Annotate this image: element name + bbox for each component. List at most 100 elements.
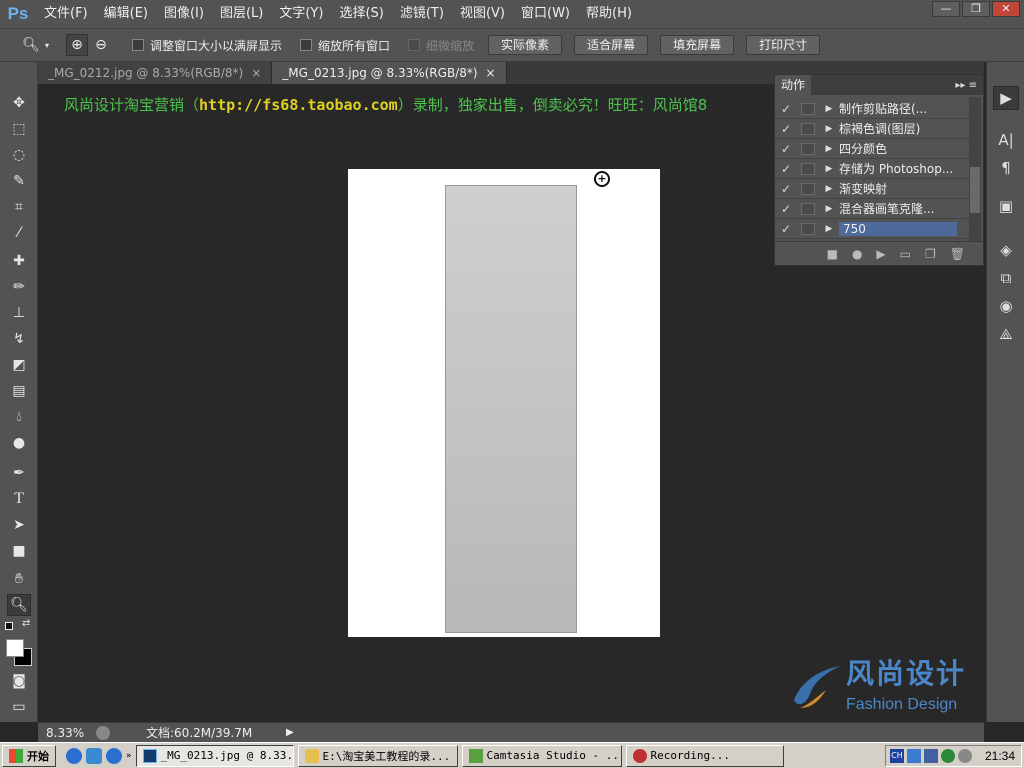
quick-mask-icon[interactable]: ◙ xyxy=(7,670,31,692)
menu-type[interactable]: 文字(Y) xyxy=(271,0,331,28)
menu-window[interactable]: 窗口(W) xyxy=(513,0,578,28)
paths-panel-icon[interactable]: ⟁ xyxy=(993,322,1019,346)
taskbar-item-folder[interactable]: E:\淘宝美工教程的录... xyxy=(297,744,458,767)
menu-select[interactable]: 选择(S) xyxy=(331,0,391,28)
expand-arrow-icon[interactable]: ▶ xyxy=(819,144,839,154)
checkbox-box[interactable] xyxy=(132,39,144,51)
dialog-toggle-icon[interactable] xyxy=(801,102,815,115)
action-row[interactable]: ✓ ▶ 渐变映射 xyxy=(775,179,969,199)
restore-button[interactable]: ❐ xyxy=(962,1,990,17)
fill-screen-button[interactable]: 填充屏幕 xyxy=(660,35,735,55)
clone-stamp-tool-icon[interactable]: ⊥ xyxy=(7,302,31,324)
crop-tool-icon[interactable]: ⌗ xyxy=(7,196,31,218)
zoom-level[interactable]: 8.33% xyxy=(38,726,96,740)
fit-screen-button[interactable]: 适合屏幕 xyxy=(574,35,649,55)
dialog-toggle-icon[interactable] xyxy=(801,222,815,235)
channels-panel-icon[interactable]: ⧉ xyxy=(993,266,1019,290)
actions-scrollbar[interactable] xyxy=(969,97,981,241)
browser-icon[interactable] xyxy=(106,747,122,764)
checkbox-box[interactable] xyxy=(300,39,313,51)
zoom-tool-preset-icon[interactable]: 🔍︎ xyxy=(20,34,42,56)
dialog-toggle-icon[interactable] xyxy=(801,202,815,215)
status-info-icon[interactable] xyxy=(96,725,110,740)
tab-close-icon[interactable]: × xyxy=(486,62,496,84)
path-select-tool-icon[interactable]: ➤ xyxy=(7,514,31,536)
menu-image[interactable]: 图像(I) xyxy=(156,0,212,28)
action-row[interactable]: ✓ ▶ 四分颜色 xyxy=(775,139,969,159)
document-image[interactable]: + xyxy=(348,169,660,637)
lasso-tool-icon[interactable]: ◌ xyxy=(7,144,31,166)
dialog-toggle-icon[interactable] xyxy=(801,142,815,155)
character-panel-icon[interactable]: A| xyxy=(993,128,1019,152)
shape-tool-icon[interactable]: ■ xyxy=(7,540,31,562)
history-brush-tool-icon[interactable]: ↯ xyxy=(7,328,31,350)
expand-arrow-icon[interactable]: ▶ xyxy=(819,204,839,214)
play-icon[interactable]: ▶ xyxy=(876,247,885,261)
action-row[interactable]: ✓ ▶ 制作剪贴路径(... xyxy=(775,99,969,119)
tab-mg-0213[interactable]: _MG_0213.jpg @ 8.33%(RGB/8*) × xyxy=(272,62,507,84)
check-icon[interactable]: ✓ xyxy=(775,202,797,216)
tab-close-icon[interactable]: × xyxy=(251,62,261,84)
dropdown-arrow-icon[interactable]: ▾ xyxy=(42,34,52,56)
expand-arrow-icon[interactable]: ▶ xyxy=(819,164,839,174)
gradient-tool-icon[interactable]: ▤ xyxy=(7,380,31,402)
zoom-in-icon[interactable]: ⊕ xyxy=(66,34,88,56)
new-set-icon[interactable]: ▭ xyxy=(900,247,911,261)
eraser-tool-icon[interactable]: ◩ xyxy=(7,354,31,376)
menu-file[interactable]: 文件(F) xyxy=(36,0,96,28)
swap-colors-icon[interactable]: ⇄ xyxy=(22,618,30,629)
hand-tool-icon[interactable]: ✋︎ xyxy=(7,568,31,590)
eyedropper-tool-icon[interactable]: ⁄ xyxy=(7,222,31,244)
quicklaunch-more-icon[interactable]: » xyxy=(126,751,132,761)
check-icon[interactable]: ✓ xyxy=(775,122,797,136)
actions-panel-title[interactable]: 动作 xyxy=(775,75,812,95)
expand-arrow-icon[interactable]: ▶ xyxy=(819,124,839,134)
dialog-toggle-icon[interactable] xyxy=(801,162,815,175)
action-row[interactable]: ✓ ▶ 混合器画笔克隆... xyxy=(775,199,969,219)
menu-view[interactable]: 视图(V) xyxy=(452,0,513,28)
new-action-icon[interactable]: ❐ xyxy=(925,247,936,261)
action-row-selected[interactable]: ✓ ▶ 750 xyxy=(775,219,969,239)
explorer-icon[interactable] xyxy=(86,747,102,764)
zoom-out-icon[interactable]: ⊖ xyxy=(90,34,112,56)
zoom-tool-icon[interactable]: 🔍︎ xyxy=(7,594,31,616)
tab-mg-0212[interactable]: _MG_0212.jpg @ 8.33%(RGB/8*) × xyxy=(38,62,273,84)
record-icon[interactable]: ● xyxy=(852,247,862,261)
move-tool-icon[interactable]: ✥ xyxy=(7,92,31,114)
healing-brush-tool-icon[interactable]: ✚ xyxy=(7,250,31,272)
foreground-color-swatch[interactable] xyxy=(6,639,24,657)
network-icon[interactable] xyxy=(906,749,921,763)
print-size-button[interactable]: 打印尺寸 xyxy=(746,35,821,55)
minimize-button[interactable]: — xyxy=(932,1,960,17)
type-tool-icon[interactable]: T xyxy=(7,488,31,510)
expand-arrow-icon[interactable]: ▶ xyxy=(819,184,839,194)
adjustments-panel-icon[interactable]: ◉ xyxy=(993,294,1019,318)
play-panel-icon[interactable]: ▶ xyxy=(993,86,1019,110)
pen-tool-icon[interactable]: ✒ xyxy=(7,462,31,484)
dodge-tool-icon[interactable]: ● xyxy=(7,432,31,454)
action-row[interactable]: ✓ ▶ 存储为 Photoshop... xyxy=(775,159,969,179)
actual-pixels-button[interactable]: 实际像素 xyxy=(488,35,563,55)
menu-layer[interactable]: 图层(L) xyxy=(212,0,271,28)
blur-tool-icon[interactable]: 💧︎ xyxy=(7,406,31,428)
taskbar-item-photoshop[interactable]: _MG_0213.jpg @ 8.33... xyxy=(135,744,294,767)
check-icon[interactable]: ✓ xyxy=(775,222,797,236)
resize-windows-checkbox[interactable]: 调整窗口大小以满屏显示 xyxy=(132,37,282,54)
check-icon[interactable]: ✓ xyxy=(775,142,797,156)
taskbar-item-recording[interactable]: Recording... xyxy=(625,744,784,767)
stop-icon[interactable]: ■ xyxy=(827,247,838,261)
marquee-tool-icon[interactable]: ⬚ xyxy=(7,118,31,140)
start-button[interactable]: 开始 xyxy=(2,744,56,767)
delete-icon[interactable]: 🗑 xyxy=(950,247,965,261)
volume-icon[interactable] xyxy=(923,749,938,763)
paragraph-panel-icon[interactable]: ¶ xyxy=(993,156,1019,180)
check-icon[interactable]: ✓ xyxy=(775,102,797,116)
panel-menu-icon[interactable]: ▸▸ ≡ xyxy=(955,80,977,91)
layers-panel-icon[interactable]: ◈ xyxy=(993,238,1019,262)
check-icon[interactable]: ✓ xyxy=(775,162,797,176)
screen-mode-icon[interactable]: ▭ xyxy=(7,696,31,718)
dialog-toggle-icon[interactable] xyxy=(801,122,815,135)
dialog-toggle-icon[interactable] xyxy=(801,182,815,195)
zoom-all-windows-checkbox[interactable]: 缩放所有窗口 xyxy=(300,37,390,54)
brush-tool-icon[interactable]: ✏ xyxy=(7,276,31,298)
